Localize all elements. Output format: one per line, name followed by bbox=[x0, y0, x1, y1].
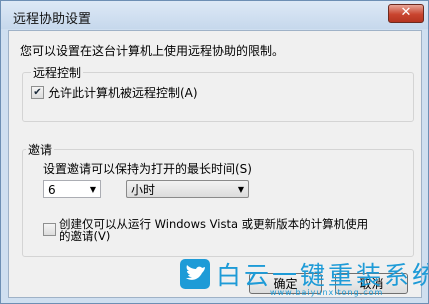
invitations-group-label: 邀请 bbox=[26, 141, 55, 158]
unit-select[interactable]: 小时 ▼ bbox=[126, 180, 249, 198]
window-title: 远程协助设置 bbox=[13, 12, 92, 27]
remote-control-group-label: 远程控制 bbox=[31, 64, 84, 81]
allow-remote-control-checkbox[interactable]: ✔ bbox=[31, 86, 44, 99]
unit-value: 小时 bbox=[131, 183, 156, 197]
watermark: 白云一键重装系统 www.baiyunxitong.com bbox=[180, 257, 429, 301]
vista-only-checkbox[interactable] bbox=[43, 223, 56, 236]
dropdown-arrow-icon: ▼ bbox=[89, 185, 96, 194]
duration-value: 6 bbox=[48, 183, 56, 197]
watermark-title: 白云一键重装系统 bbox=[216, 261, 429, 290]
vista-only-label[interactable]: 创建仅可以从运行 Windows Vista 或更新版本的计算机使用 的邀请(V… bbox=[59, 218, 368, 242]
watermark-url: www.baiyunxitong.com bbox=[270, 288, 384, 297]
checkmark-icon: ✔ bbox=[33, 87, 42, 98]
bird-icon bbox=[186, 265, 205, 280]
vista-only-label-line2: 的邀请(V) bbox=[59, 229, 111, 243]
description-text: 您可以设置在这台计算机上使用远程协助的限制。 bbox=[20, 44, 285, 58]
allow-remote-control-label[interactable]: 允许此计算机被远程控制(A) bbox=[48, 84, 198, 101]
invitations-group: 邀请 设置邀请可以保持为打开的最长时间(S) 6 ▼ 小时 ▼ 创建仅可以从运行… bbox=[22, 141, 414, 257]
max-time-label: 设置邀请可以保持为打开的最长时间(S) bbox=[43, 162, 252, 176]
bird-logo-icon bbox=[180, 259, 210, 289]
duration-select[interactable]: 6 ▼ bbox=[43, 180, 101, 198]
remote-assistance-settings-dialog: 远程协助设置 ✕ 您可以设置在这台计算机上使用远程协助的限制。 远程控制 ✔ 允… bbox=[0, 0, 429, 304]
remote-control-group: 远程控制 ✔ 允许此计算机被远程控制(A) bbox=[22, 64, 414, 122]
title-bar[interactable]: 远程协助设置 ✕ bbox=[1, 1, 428, 29]
dropdown-arrow-icon: ▼ bbox=[237, 185, 244, 194]
close-button[interactable]: ✕ bbox=[388, 4, 424, 23]
